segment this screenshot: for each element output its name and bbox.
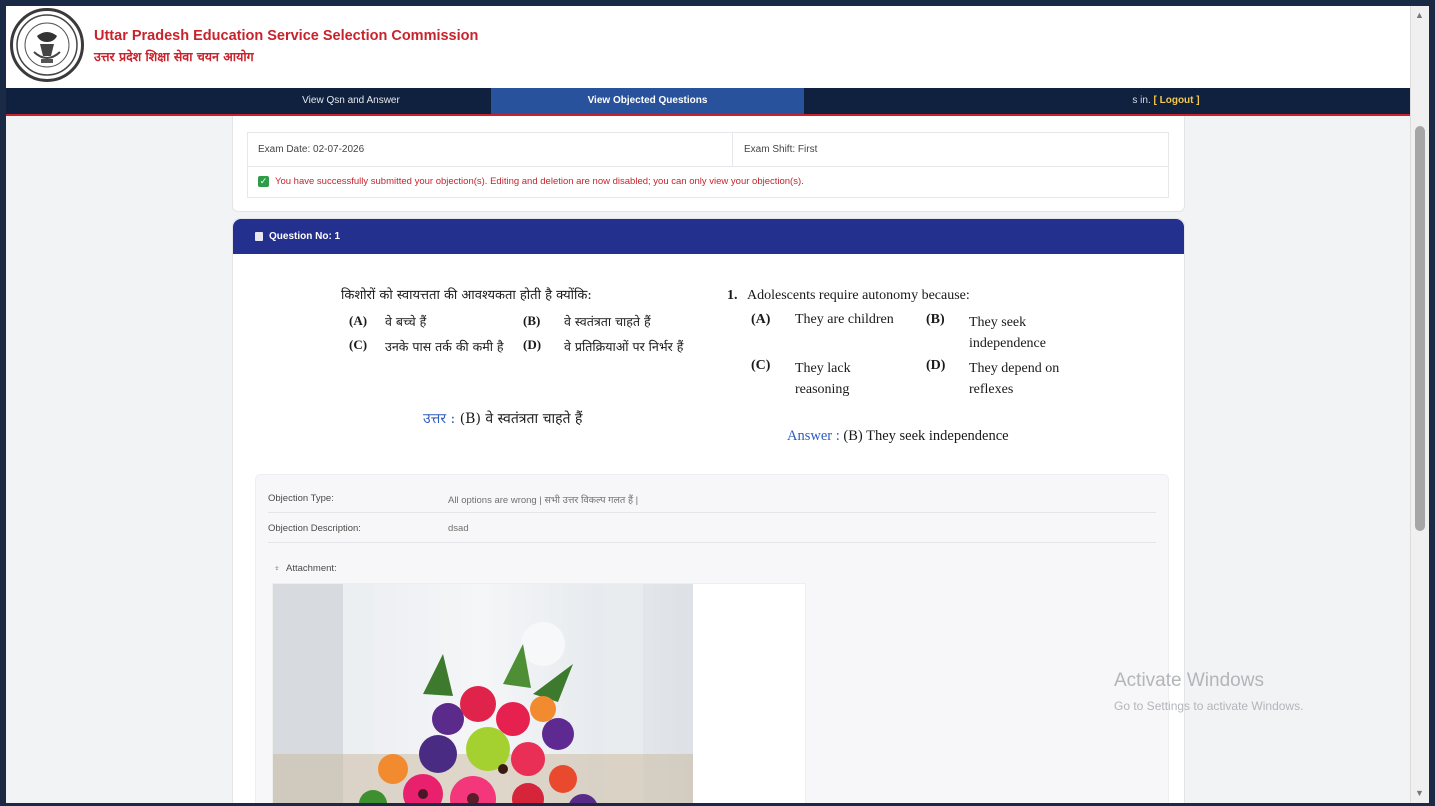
user-logout-area: s in. [ Logout ] bbox=[1096, 88, 1236, 114]
option-text-en-b: They seek independence bbox=[969, 315, 1046, 351]
check-icon: ✓ bbox=[258, 176, 269, 187]
site-header: Uttar Pradesh Education Service Selectio… bbox=[6, 6, 1410, 88]
windows-watermark-subtitle: Go to Settings to activate Windows. bbox=[1114, 699, 1304, 713]
org-name-hi: उत्तर प्रदेश शिक्षा सेवा चयन आयोग bbox=[94, 49, 254, 64]
commission-logo bbox=[10, 8, 84, 82]
browser-viewport: Uttar Pradesh Education Service Selectio… bbox=[6, 6, 1429, 803]
vertical-scrollbar[interactable]: ▲ ▼ bbox=[1410, 6, 1429, 803]
question-text-hi: किशोरों को स्वायत्तता की आवश्यकता होती ह… bbox=[341, 288, 592, 303]
user-name: s in. bbox=[1132, 95, 1154, 106]
objection-type-value: All options are wrong | सभी उत्तर विकल्प… bbox=[448, 495, 639, 506]
option-text-hi-c: उनके पास तर्क की कमी है bbox=[385, 339, 504, 354]
question-number-en: 1. bbox=[727, 288, 738, 303]
answer-label-en: Answer : bbox=[787, 428, 840, 444]
question-header: Question No: 1 bbox=[233, 219, 1184, 254]
option-text-en-a: They are children bbox=[795, 312, 894, 327]
option-text-hi-a: वे बच्चे हैं bbox=[385, 314, 427, 329]
question-text-en: Adolescents require autonomy because: bbox=[747, 288, 970, 303]
exam-info-card: Exam Date: 02-07-2026 Exam Shift: First … bbox=[232, 116, 1185, 212]
success-text: You have successfully submitted your obj… bbox=[275, 176, 804, 187]
scrollbar-thumb[interactable] bbox=[1415, 126, 1425, 531]
objection-description-label: Objection Description: bbox=[268, 523, 361, 534]
nav-view-objected-questions[interactable]: View Objected Questions bbox=[491, 88, 804, 114]
divider bbox=[732, 133, 733, 166]
divider bbox=[248, 166, 1168, 167]
emblem-icon bbox=[16, 14, 78, 76]
answer-value-hi: (B) वे स्वतंत्रता चाहते हैं bbox=[455, 411, 583, 427]
document-icon bbox=[255, 232, 263, 241]
objection-panel: Objection Type: All options are wrong | … bbox=[255, 474, 1169, 803]
exam-date: Exam Date: 02-07-2026 bbox=[258, 144, 365, 155]
objection-type-label: Objection Type: bbox=[268, 493, 334, 504]
option-key-hi-d: (D) bbox=[523, 337, 542, 352]
main-nav: View Qsn and Answer View Objected Questi… bbox=[6, 88, 1410, 116]
nav-view-qsn-answer[interactable]: View Qsn and Answer bbox=[206, 88, 496, 114]
scroll-up-arrow-icon[interactable]: ▲ bbox=[1415, 10, 1424, 20]
flower-bouquet-image bbox=[273, 584, 805, 803]
option-text-hi-d: वे प्रतिक्रियाओं पर निर्भर हैं bbox=[564, 339, 684, 354]
attachment-label-text: Attachment: bbox=[286, 563, 337, 574]
exam-shift: Exam Shift: First bbox=[744, 144, 818, 155]
question-card: Question No: 1 किशोरों को स्वायत्तता की … bbox=[232, 218, 1185, 803]
org-name-en: Uttar Pradesh Education Service Selectio… bbox=[94, 28, 479, 44]
answer-en: Answer : (B) They seek independence bbox=[787, 428, 1009, 445]
option-key-en-c: (C) bbox=[751, 358, 771, 373]
option-key-hi-b: (B) bbox=[523, 313, 541, 328]
option-key-en-d: (D) bbox=[926, 358, 946, 373]
option-text-hi-b: वे स्वतंत्रता चाहते हैं bbox=[564, 314, 651, 329]
option-key-en-b: (B) bbox=[926, 312, 945, 327]
option-text-en-c: They lack reasoning bbox=[795, 361, 851, 397]
question-number: Question No: 1 bbox=[269, 231, 341, 242]
logout-link[interactable]: [ Logout ] bbox=[1154, 95, 1200, 106]
option-key-hi-c: (C) bbox=[349, 337, 368, 352]
attachment-label: ⍖ Attachment: bbox=[274, 563, 337, 574]
objection-type-row: Objection Type: All options are wrong | … bbox=[268, 483, 1156, 513]
objection-description-row: Objection Description: dsad bbox=[268, 513, 1156, 543]
attachment-image[interactable] bbox=[272, 583, 806, 803]
paperclip-icon: ⍖ bbox=[274, 563, 280, 574]
option-text-en-d: They depend on reflexes bbox=[969, 361, 1060, 397]
windows-watermark-title: Activate Windows bbox=[1114, 670, 1264, 691]
option-key-hi-a: (A) bbox=[349, 313, 368, 328]
scroll-down-arrow-icon[interactable]: ▼ bbox=[1415, 788, 1424, 798]
objection-description-value: dsad bbox=[448, 523, 469, 534]
answer-label-hi: उत्तर : bbox=[423, 411, 456, 427]
option-key-en-a: (A) bbox=[751, 312, 771, 327]
exam-info-table: Exam Date: 02-07-2026 Exam Shift: First … bbox=[247, 132, 1169, 198]
answer-value-en: (B) They seek independence bbox=[839, 428, 1009, 444]
success-message: ✓ You have successfully submitted your o… bbox=[258, 176, 804, 187]
answer-hi: उत्तर : (B) वे स्वतंत्रता चाहते हैं bbox=[423, 409, 582, 428]
